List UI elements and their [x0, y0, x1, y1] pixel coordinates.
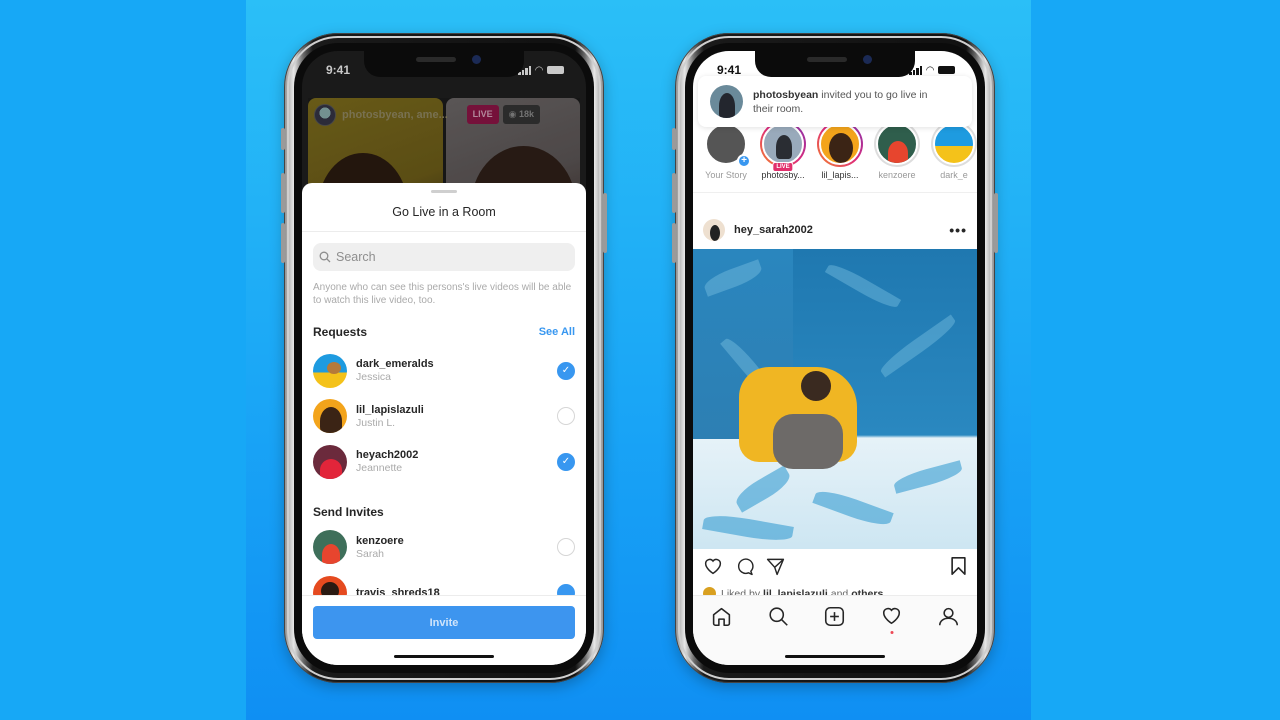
tab-new-post[interactable]: [822, 606, 848, 632]
post-author[interactable]: hey_sarah2002: [734, 224, 949, 236]
story-label: Your Story: [705, 170, 747, 180]
wifi-icon: ◠: [535, 64, 543, 76]
screen-right: 9:41 ◠ photosbyean invited you to go liv…: [693, 51, 977, 665]
notification-text: photosbyean invited you to go live in th…: [753, 88, 928, 116]
wifi-icon: ◠: [926, 64, 934, 76]
requests-title: Requests: [313, 325, 368, 339]
battery-icon: [547, 66, 564, 74]
notch: [364, 51, 524, 77]
post-header: hey_sarah2002 •••: [693, 211, 977, 249]
go-live-room-sheet: Go Live in a Room Anyone who can see thi…: [302, 183, 586, 665]
mute-switch: [672, 128, 676, 150]
select-checkbox-checked[interactable]: ✓: [557, 452, 575, 471]
story-your-story[interactable]: + Your Story: [702, 121, 751, 192]
heart-icon: [883, 607, 901, 625]
notification-username: photosbyean: [753, 88, 819, 101]
select-checkbox[interactable]: [557, 407, 575, 426]
battery-icon: [938, 66, 955, 74]
search-icon: [769, 607, 788, 626]
tab-activity[interactable]: [879, 606, 905, 634]
search-input[interactable]: [336, 250, 556, 264]
add-story-icon[interactable]: +: [737, 154, 751, 168]
mute-switch: [281, 128, 285, 150]
comment-icon[interactable]: [735, 557, 754, 576]
live-tag: LIVE: [772, 162, 794, 172]
full-name: Justin L.: [356, 416, 396, 429]
share-send-icon[interactable]: [766, 557, 785, 576]
full-name: Jeannette: [356, 462, 403, 475]
tab-home[interactable]: [708, 606, 734, 632]
screen-left: 9:41 ◠ photosbyean, ame... LIVE ◉ 18k Go…: [302, 51, 586, 665]
story-label: lil_lapis...: [821, 170, 859, 180]
select-checkbox-checked[interactable]: ✓: [557, 361, 575, 380]
notification-avatar: [710, 85, 743, 118]
story-item[interactable]: dark_e: [930, 121, 977, 192]
avatar: [313, 399, 347, 434]
checkmark-icon: ✓: [561, 456, 571, 468]
requests-header: Requests See All: [313, 325, 575, 339]
username: dark_emeralds: [356, 358, 434, 371]
volume-down-button: [281, 223, 285, 263]
profile-icon: [939, 607, 959, 626]
tab-profile[interactable]: [936, 606, 962, 632]
story-label: kenzoere: [878, 170, 916, 180]
story-item[interactable]: kenzoere: [873, 121, 921, 192]
post-actions: [703, 556, 967, 576]
send-invites-header: Send Invites: [313, 505, 575, 519]
request-row[interactable]: lil_lapislazuli Justin L.: [313, 394, 575, 440]
username: kenzoere: [356, 534, 404, 547]
more-options-icon[interactable]: •••: [949, 222, 967, 238]
story-item[interactable]: lil_lapis...: [816, 121, 864, 192]
status-time: 9:41: [326, 63, 351, 77]
like-heart-icon[interactable]: [703, 557, 723, 575]
story-avatar: [933, 123, 975, 165]
volume-up-button: [281, 173, 285, 213]
username: heyach2002: [356, 449, 419, 462]
post-author-avatar[interactable]: [703, 219, 725, 241]
search-field[interactable]: [313, 243, 575, 271]
sheet-title: Go Live in a Room: [302, 193, 586, 232]
privacy-hint: Anyone who can see this persons's live v…: [313, 282, 572, 306]
invite-row[interactable]: kenzoere Sarah: [313, 525, 575, 571]
story-avatar: [819, 123, 861, 165]
full-name: Jessica: [356, 371, 392, 384]
avatar: [313, 353, 347, 388]
avatar: [313, 444, 347, 479]
story-label: dark_e: [940, 170, 968, 180]
request-row[interactable]: heyach2002 Jeannette ✓: [313, 439, 575, 485]
phone-right: 9:41 ◠ photosbyean invited you to go liv…: [672, 33, 998, 683]
stories-tray: + Your Story LIVE photosby... lil_lapis.…: [693, 121, 977, 193]
search-icon: [319, 251, 331, 263]
post-image[interactable]: [693, 249, 977, 549]
full-name: Sarah: [356, 547, 385, 560]
home-indicator[interactable]: [785, 655, 885, 658]
story-avatar: [762, 123, 804, 165]
volume-down-button: [672, 223, 676, 263]
request-row[interactable]: dark_emeralds Jessica ✓: [313, 348, 575, 394]
status-time: 9:41: [717, 63, 742, 77]
add-post-icon: [825, 606, 845, 627]
home-icon: [712, 607, 731, 627]
story-avatar: [876, 123, 918, 165]
select-checkbox[interactable]: [557, 538, 575, 557]
username: lil_lapislazuli: [356, 403, 424, 416]
bookmark-icon[interactable]: [950, 556, 967, 576]
volume-up-button: [672, 173, 676, 213]
tab-search[interactable]: [765, 606, 791, 632]
activity-dot: [890, 631, 894, 634]
power-button: [603, 193, 607, 253]
checkmark-icon: ✓: [561, 365, 571, 377]
send-invites-title: Send Invites: [313, 504, 384, 519]
phone-left: 9:41 ◠ photosbyean, ame... LIVE ◉ 18k Go…: [281, 33, 607, 683]
requests-list: dark_emeralds Jessica ✓ lil_lapislazuli …: [302, 348, 586, 485]
avatar: [313, 530, 347, 565]
power-button: [994, 193, 998, 253]
home-indicator[interactable]: [394, 655, 494, 658]
invite-button[interactable]: Invite: [313, 606, 575, 639]
story-live[interactable]: LIVE photosby...: [759, 121, 807, 192]
notch: [755, 51, 915, 77]
see-all-link[interactable]: See All: [539, 326, 575, 338]
